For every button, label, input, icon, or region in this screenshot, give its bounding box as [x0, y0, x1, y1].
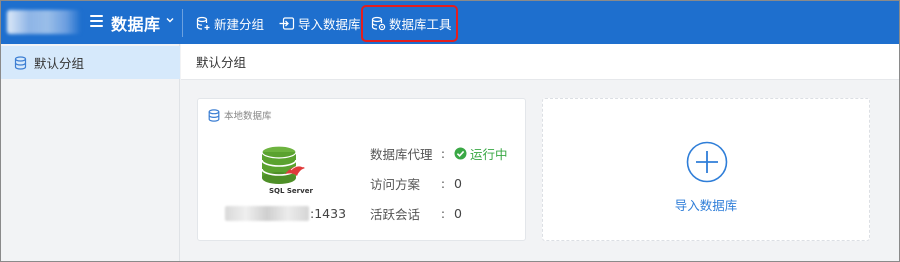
import-database-label: 导入数据库 [298, 16, 361, 32]
main-content: 默认分组 本地数据库 SQL Server:1433 数据库代理: 运行中 … [181, 44, 899, 261]
import-database-card-label: 导入数据库 [674, 198, 738, 213]
active-sessions-row: 活跃会话 : 0 [370, 204, 462, 223]
database-card[interactable]: 本地数据库 SQL Server :1433 数据库代理 : 运行中 访问方案 … [197, 98, 526, 241]
sidebar-item-label: 默认分组 [34, 56, 85, 71]
agent-status-row: 数据库代理 : 运行中 [370, 144, 508, 163]
database-icon [208, 108, 220, 122]
access-plan-row: 访问方案 : 0 [370, 174, 462, 193]
card-label-text: 本地数据库 [224, 111, 272, 122]
chevron-down-icon[interactable] [165, 15, 175, 25]
new-group-button[interactable]: 新建分组 [196, 13, 264, 33]
import-database-card[interactable]: 导入数据库 [542, 98, 870, 241]
colon: : [440, 176, 446, 191]
blurred-logo [7, 10, 81, 34]
colon: : [440, 146, 446, 161]
agent-status-text: 运行中 [470, 147, 508, 162]
sidebar: 默认分组 [1, 44, 180, 261]
highlight-box [361, 5, 458, 42]
svg-text:SQL Server: SQL Server [269, 187, 313, 195]
import-icon [279, 16, 295, 30]
access-plan-value: 0 [454, 176, 462, 191]
breadcrumb: 默认分组 [181, 44, 899, 80]
toolbar-divider [182, 9, 183, 37]
app-title: 数据库 [111, 15, 161, 34]
new-group-icon [196, 16, 210, 30]
agent-label: 数据库代理 [370, 147, 433, 162]
port-text: :1433 [310, 206, 347, 221]
hamburger-menu-icon[interactable] [90, 15, 103, 27]
database-icon [14, 55, 27, 70]
app-window: 数据库 新建分组 导入数据库 数据库工具 默认分组 默认分组 本地数据库 SQL… [0, 0, 900, 262]
breadcrumb-label: 默认分组 [196, 55, 247, 70]
agent-status: 运行中 [454, 144, 508, 163]
sql-server-icon: SQL Server [261, 145, 313, 195]
import-database-button[interactable]: 导入数据库 [279, 13, 361, 33]
check-circle-icon [454, 147, 467, 160]
top-bar: 数据库 新建分组 导入数据库 数据库工具 [1, 1, 899, 44]
blurred-host [225, 206, 309, 221]
sidebar-item-default-group[interactable]: 默认分组 [1, 46, 180, 79]
access-plan-label: 访问方案 [370, 177, 421, 192]
card-label: 本地数据库 [208, 108, 272, 122]
plus-circle-icon[interactable] [686, 141, 728, 183]
active-sessions-value: 0 [454, 206, 462, 221]
colon: : [440, 206, 446, 221]
active-sessions-label: 活跃会话 [370, 207, 421, 222]
server-address: :1433 [225, 206, 346, 221]
new-group-label: 新建分组 [214, 16, 265, 32]
